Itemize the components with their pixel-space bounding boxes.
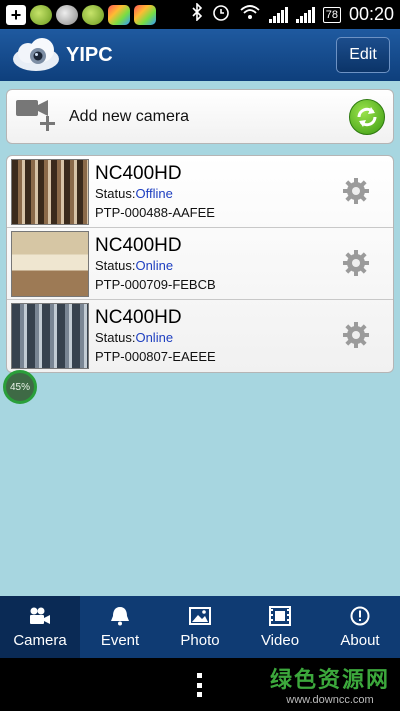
add-camera-button[interactable]: Add new camera — [6, 89, 394, 144]
app-title: YIPC — [66, 43, 113, 66]
clock: 00:20 — [348, 4, 394, 24]
tab-label: Event — [100, 631, 140, 649]
bell-icon — [108, 606, 132, 626]
camera-id: PTP-000807-EAEEE — [95, 349, 216, 364]
watermark-url: www.downcc.com — [286, 694, 374, 706]
refresh-icon[interactable] — [349, 98, 385, 135]
app-icon — [108, 4, 130, 25]
add-camera-icon — [15, 96, 61, 137]
add-icon: + — [6, 4, 26, 25]
status-app-icon — [82, 4, 104, 25]
camera-thumbnail[interactable] — [11, 230, 89, 297]
gear-icon[interactable] — [341, 320, 371, 350]
status-value: Online — [135, 330, 174, 345]
camera-id: PTP-000488-AAFEE — [95, 204, 215, 220]
camera-name: NC400HD — [95, 162, 182, 184]
tab-label: About — [340, 631, 380, 649]
add-camera-label: Add new camera — [69, 107, 190, 125]
eye-icon — [56, 4, 78, 25]
watermark-title: 绿色资源网 — [269, 667, 390, 692]
watermark: 绿色资源网 www.downcc.com — [270, 662, 390, 706]
bluetooth-icon — [191, 2, 203, 26]
edit-button[interactable]: Edit — [336, 37, 390, 73]
film-icon — [268, 605, 292, 626]
status-value: Offline — [135, 185, 173, 201]
signal-icon — [295, 6, 315, 23]
camera-row[interactable]: NC400HD Status:Online PTP-000709-FEBCB — [7, 228, 393, 300]
status-bar: + 78 00:20 — [0, 0, 400, 29]
camera-thumbnail[interactable] — [11, 303, 89, 369]
wifi-icon — [239, 4, 261, 25]
camera-status: Status:Online — [95, 330, 174, 345]
tab-label: Photo — [180, 631, 220, 649]
info-icon — [348, 606, 372, 626]
camera-list: NC400HD Status:Offline PTP-000488-AAFEE … — [6, 155, 394, 373]
gear-icon[interactable] — [341, 248, 371, 278]
camera-status: Status:Online — [95, 257, 174, 273]
menu-icon[interactable] — [197, 673, 203, 697]
gear-icon[interactable] — [341, 176, 371, 206]
camera-name: NC400HD — [95, 307, 182, 328]
tab-photo[interactable]: Photo — [160, 596, 240, 658]
tab-label: Video — [260, 631, 300, 649]
status-app-icon — [30, 4, 52, 25]
tab-camera[interactable]: Camera — [0, 596, 80, 658]
signal-icon — [268, 6, 288, 23]
tab-video[interactable]: Video — [240, 596, 320, 658]
tab-event[interactable]: Event — [80, 596, 160, 658]
battery-icon: 78 — [322, 6, 341, 23]
bottom-tab-bar: Camera Event Photo Video About — [0, 596, 400, 658]
main-content: Add new camera NC400HD Status:Offline PT… — [0, 81, 400, 596]
system-nav-bar: 绿色资源网 www.downcc.com — [0, 658, 400, 711]
app-icon — [134, 4, 156, 25]
alarm-icon — [211, 3, 231, 26]
camera-icon — [28, 606, 52, 626]
camera-row[interactable]: NC400HD Status:Online PTP-000807-EAEEE — [7, 300, 393, 372]
cloud-camera-logo-icon — [10, 35, 62, 75]
photo-icon — [188, 606, 212, 626]
app-header: YIPC Edit — [0, 29, 400, 81]
progress-badge[interactable]: 45% — [3, 370, 37, 404]
camera-name: NC400HD — [95, 234, 182, 256]
camera-status: Status:Offline — [95, 185, 173, 201]
camera-id: PTP-000709-FEBCB — [95, 276, 216, 292]
camera-row[interactable]: NC400HD Status:Offline PTP-000488-AAFEE — [7, 156, 393, 228]
tab-about[interactable]: About — [320, 596, 400, 658]
camera-thumbnail[interactable] — [11, 158, 89, 225]
tab-label: Camera — [13, 631, 67, 649]
status-value: Online — [135, 257, 174, 273]
